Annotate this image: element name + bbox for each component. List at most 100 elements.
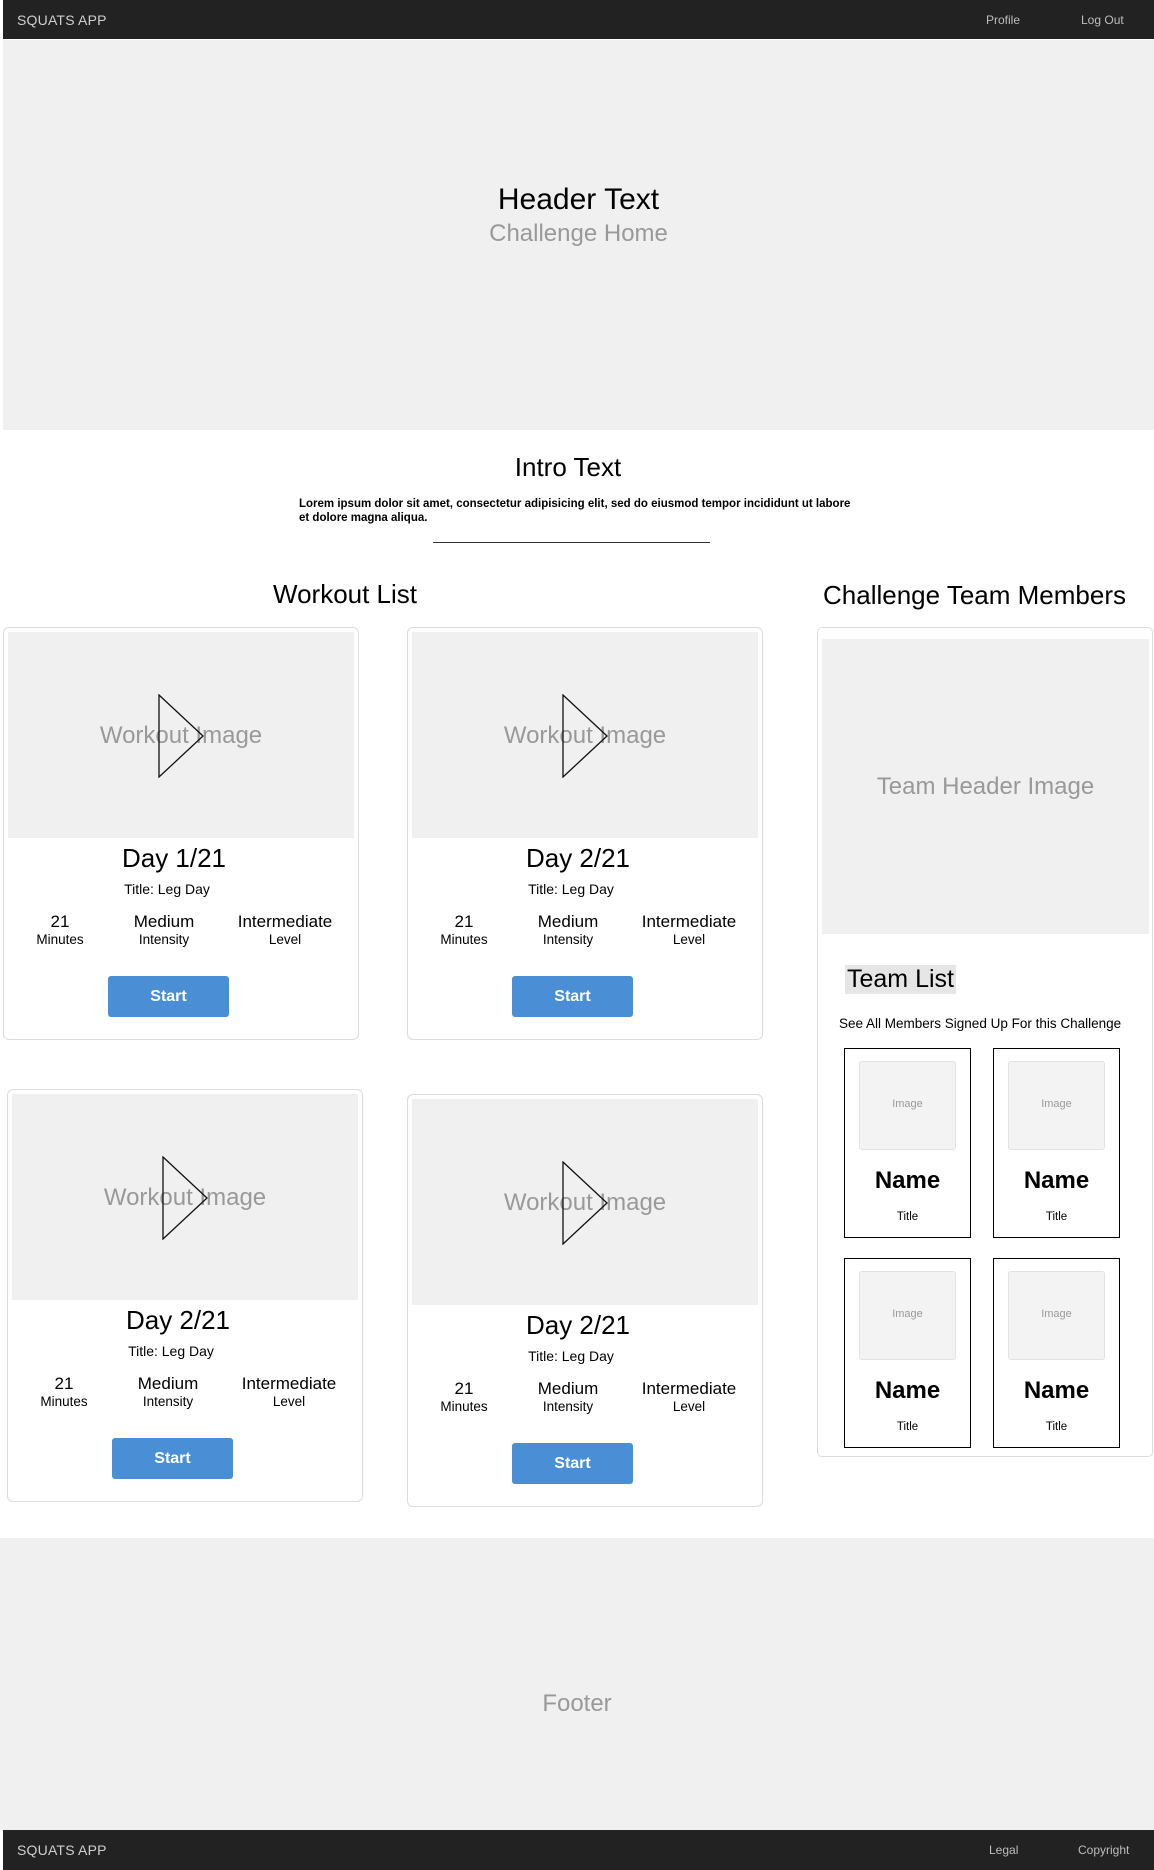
play-icon[interactable]: [162, 1156, 208, 1240]
member-avatar-label: Image: [892, 1098, 923, 1110]
team-header-image: Team Header Image: [822, 639, 1149, 934]
stat-label: Level: [272, 1394, 306, 1409]
member-avatar-label: Image: [1041, 1098, 1072, 1110]
workout-image[interactable]: Workout Image: [12, 1094, 358, 1300]
app-brand[interactable]: SQUATS APP: [17, 12, 107, 28]
member-title: Title: [1045, 1211, 1068, 1223]
member-avatar: Image: [859, 1061, 956, 1150]
stat-label: Intensity: [542, 932, 594, 947]
footer-link-legal[interactable]: Legal: [989, 1843, 1018, 1857]
team-panel: Team Header Image Team List See All Memb…: [817, 627, 1153, 1457]
stat-value: 21: [454, 912, 474, 931]
team-description: See All Members Signed Up For this Chall…: [839, 1016, 1122, 1031]
workout-card: Workout Image Day 2/21 Title: Leg Day 21…: [407, 627, 763, 1040]
stat-value: Medium: [537, 912, 599, 931]
stat-value: Intermediate: [641, 912, 737, 931]
stat-label: Intensity: [542, 1399, 594, 1414]
workout-card: Workout Image Day 2/21 Title: Leg Day 21…: [7, 1089, 363, 1502]
member-avatar: Image: [1008, 1271, 1105, 1360]
footer-link-copyright[interactable]: Copyright: [1078, 1843, 1129, 1857]
stat-value: Intermediate: [237, 912, 333, 931]
stat-intensity: Medium Intensity: [508, 1379, 628, 1415]
member-avatar: Image: [1008, 1061, 1105, 1150]
stat-label: Intensity: [142, 1394, 194, 1409]
stat-level: Intermediate Level: [215, 912, 355, 948]
start-button[interactable]: Start: [512, 976, 633, 1017]
member-name: Name: [1023, 1377, 1090, 1404]
footer-area: Footer: [0, 1538, 1154, 1830]
member-name: Name: [874, 1377, 941, 1404]
stat-intensity: Medium Intensity: [108, 1374, 228, 1410]
top-navbar: SQUATS APP Profile Log Out: [3, 0, 1154, 39]
workout-day: Day 2/21: [125, 1305, 231, 1335]
footer-brand[interactable]: SQUATS APP: [17, 1842, 107, 1858]
hero-banner: Header Text Challenge Home: [3, 40, 1154, 430]
stat-level: Intermediate Level: [219, 1374, 359, 1410]
team-list-title: Team List: [845, 965, 956, 994]
stat-label: Intensity: [138, 932, 190, 947]
workout-image[interactable]: Workout Image: [8, 632, 354, 838]
stat-minutes: 21 Minutes: [10, 912, 110, 948]
nav-link-profile[interactable]: Profile: [986, 13, 1020, 27]
member-name: Name: [1023, 1167, 1090, 1194]
member-card[interactable]: Image Name Title: [844, 1048, 971, 1238]
play-icon[interactable]: [562, 1161, 608, 1245]
stat-value: 21: [50, 912, 70, 931]
workout-card: Workout Image Day 2/21 Title: Leg Day 21…: [407, 1094, 763, 1507]
workout-image[interactable]: Workout Image: [412, 632, 758, 838]
start-button[interactable]: Start: [512, 1443, 633, 1484]
member-card[interactable]: Image Name Title: [993, 1048, 1120, 1238]
stat-label: Level: [672, 1399, 706, 1414]
stat-value: Intermediate: [241, 1374, 337, 1393]
stat-level: Intermediate Level: [619, 912, 759, 948]
stat-intensity: Medium Intensity: [508, 912, 628, 948]
stat-value: Medium: [537, 1379, 599, 1398]
stat-label: Level: [672, 932, 706, 947]
workout-title: Title: Leg Day: [124, 881, 210, 897]
stat-minutes: 21 Minutes: [414, 1379, 514, 1415]
stat-value: Medium: [137, 1374, 199, 1393]
bottom-navbar: SQUATS APP Legal Copyright: [3, 1830, 1154, 1870]
intro-body: Lorem ipsum dolor sit amet, consectetur …: [299, 498, 851, 524]
member-title: Title: [1045, 1421, 1068, 1433]
workout-list-title: Workout List: [273, 579, 418, 609]
workout-card: Workout Image Day 1/21 Title: Leg Day 21…: [3, 627, 359, 1040]
stat-level: Intermediate Level: [619, 1379, 759, 1415]
stat-minutes: 21 Minutes: [414, 912, 514, 948]
stat-label: Minutes: [36, 932, 84, 947]
play-icon[interactable]: [158, 694, 204, 778]
member-card[interactable]: Image Name Title: [993, 1258, 1120, 1448]
member-name: Name: [874, 1167, 941, 1194]
member-avatar: Image: [859, 1271, 956, 1360]
footer-label: Footer: [542, 1690, 612, 1717]
team-header-image-label: Team Header Image: [876, 773, 1095, 800]
stat-label: Level: [268, 932, 302, 947]
hero-title: Header Text: [497, 183, 660, 216]
workout-day: Day 2/21: [525, 843, 631, 873]
workout-title: Title: Leg Day: [528, 881, 614, 897]
workout-image[interactable]: Workout Image: [412, 1099, 758, 1305]
stat-value: Intermediate: [641, 1379, 737, 1398]
play-icon[interactable]: [562, 694, 608, 778]
member-title: Title: [896, 1211, 919, 1223]
stat-label: Minutes: [40, 1394, 88, 1409]
member-avatar-label: Image: [892, 1308, 923, 1320]
stat-value: Medium: [133, 912, 195, 931]
stat-label: Minutes: [440, 932, 488, 947]
workout-day: Day 1/21: [121, 843, 227, 873]
intro-divider: [433, 542, 710, 543]
stat-value: 21: [54, 1374, 74, 1393]
team-members-title: Challenge Team Members: [823, 580, 1126, 610]
workout-title: Title: Leg Day: [528, 1348, 614, 1364]
stat-label: Minutes: [440, 1399, 488, 1414]
nav-link-logout[interactable]: Log Out: [1081, 13, 1124, 27]
stat-minutes: 21 Minutes: [14, 1374, 114, 1410]
stat-intensity: Medium Intensity: [104, 912, 224, 948]
member-avatar-label: Image: [1041, 1308, 1072, 1320]
start-button[interactable]: Start: [112, 1438, 233, 1479]
workout-day: Day 2/21: [525, 1310, 631, 1340]
member-card[interactable]: Image Name Title: [844, 1258, 971, 1448]
start-button[interactable]: Start: [108, 976, 229, 1017]
stat-value: 21: [454, 1379, 474, 1398]
member-title: Title: [896, 1421, 919, 1433]
